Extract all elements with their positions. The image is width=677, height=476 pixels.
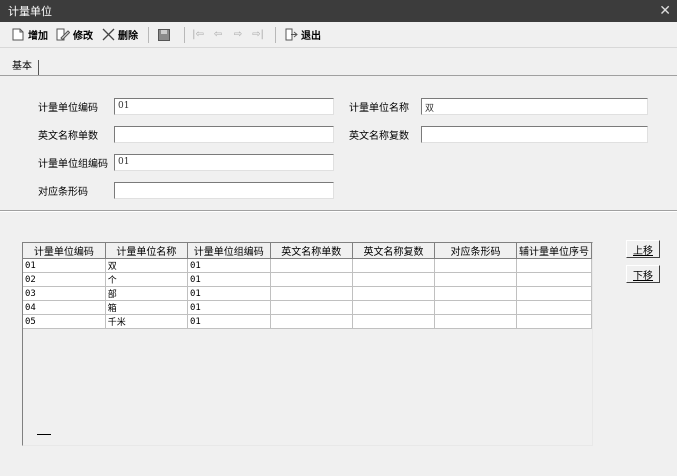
column-header[interactable]: 英文名称复数 — [352, 243, 436, 259]
edit-label: 修改 — [73, 31, 93, 42]
en-singular-input[interactable] — [114, 126, 334, 143]
prev-record-icon[interactable]: ⇦ — [210, 25, 226, 45]
column-header[interactable]: 辅计量单位序号 — [516, 243, 592, 259]
exit-icon — [284, 28, 298, 42]
table-cell[interactable] — [270, 314, 353, 329]
table-cell[interactable]: 01 — [187, 272, 271, 287]
delete-x-icon — [101, 28, 115, 42]
unit-code-input[interactable]: 01 — [114, 98, 334, 115]
move-up-button[interactable]: 上移 — [626, 240, 660, 258]
grid-new-row-marker — [37, 434, 51, 435]
table-row[interactable]: 01 双 01 — [23, 258, 592, 273]
table-cell[interactable] — [434, 272, 517, 287]
table-row[interactable]: 02 个 01 — [23, 272, 592, 287]
unit-table: 计量单位编码 计量单位名称 计量单位组编码 英文名称单数 英文名称复数 对应条形… — [23, 243, 592, 329]
toolbar-separator — [148, 26, 149, 43]
table-cell[interactable]: 05 — [23, 314, 106, 329]
window-title: 计量单位 — [8, 5, 52, 18]
exit-label: 退出 — [301, 31, 321, 42]
unit-name-label: 计量单位名称 — [349, 103, 409, 114]
first-record-icon[interactable]: |⇦ — [190, 25, 206, 45]
unit-name-input[interactable]: 双 — [421, 98, 648, 115]
table-cell[interactable] — [434, 300, 517, 315]
table-cell[interactable] — [516, 314, 592, 329]
column-header[interactable]: 计量单位编码 — [23, 243, 106, 259]
toolbar-separator — [275, 26, 276, 43]
exit-button[interactable]: 退出 — [281, 25, 324, 45]
title-bar: 计量单位 ✕ — [0, 0, 677, 22]
en-plural-label: 英文名称复数 — [349, 131, 409, 142]
table-cell[interactable] — [270, 258, 353, 273]
column-header[interactable]: 英文名称单数 — [270, 243, 353, 259]
table-cell[interactable] — [352, 300, 436, 315]
unit-code-label: 计量单位编码 — [38, 103, 98, 114]
edit-button[interactable]: 修改 — [53, 25, 96, 45]
toolbar-separator — [184, 26, 185, 43]
table-row[interactable]: 03 部 01 — [23, 286, 592, 301]
table-cell[interactable]: 部 — [105, 286, 188, 301]
save-button[interactable] — [154, 25, 177, 45]
toolbar: 增加 修改 删除 |⇦ ⇦ ⇨ ⇨| 退出 — [0, 22, 677, 48]
table-row[interactable]: 04 箱 01 — [23, 300, 592, 315]
table-cell[interactable]: 01 — [187, 314, 271, 329]
table-cell[interactable]: 千米 — [105, 314, 188, 329]
delete-button[interactable]: 删除 — [98, 25, 141, 45]
en-singular-label: 英文名称单数 — [38, 131, 98, 142]
table-cell[interactable]: 02 — [23, 272, 106, 287]
table-cell[interactable] — [516, 272, 592, 287]
table-cell[interactable]: 03 — [23, 286, 106, 301]
table-cell[interactable]: 双 — [105, 258, 188, 273]
table-cell[interactable] — [352, 258, 436, 273]
delete-label: 删除 — [118, 31, 138, 42]
unit-grid[interactable]: 计量单位编码 计量单位名称 计量单位组编码 英文名称单数 英文名称复数 对应条形… — [22, 242, 593, 446]
table-cell[interactable] — [270, 300, 353, 315]
barcode-input[interactable] — [114, 182, 334, 199]
last-record-icon[interactable]: ⇨| — [250, 25, 266, 45]
table-cell[interactable]: 04 — [23, 300, 106, 315]
table-cell[interactable]: 箱 — [105, 300, 188, 315]
tab-basic[interactable]: 基本 — [10, 60, 39, 76]
move-down-button[interactable]: 下移 — [626, 265, 660, 283]
table-cell[interactable] — [434, 314, 517, 329]
add-button[interactable]: 增加 — [8, 25, 51, 45]
table-cell[interactable] — [352, 314, 436, 329]
table-cell[interactable] — [352, 272, 436, 287]
table-row[interactable]: 05 千米 01 — [23, 314, 592, 329]
table-cell[interactable]: 01 — [187, 286, 271, 301]
table-cell[interactable]: 个 — [105, 272, 188, 287]
next-record-icon[interactable]: ⇨ — [230, 25, 246, 45]
table-cell[interactable]: 01 — [187, 258, 271, 273]
save-disk-icon — [157, 28, 171, 42]
edit-icon — [56, 28, 70, 42]
add-label: 增加 — [28, 31, 48, 42]
table-cell[interactable] — [516, 286, 592, 301]
table-cell[interactable] — [270, 286, 353, 301]
table-cell[interactable]: 01 — [187, 300, 271, 315]
add-doc-icon — [11, 28, 25, 42]
table-cell[interactable] — [434, 286, 517, 301]
tab-bar: 基本 — [0, 56, 677, 76]
table-cell[interactable] — [352, 286, 436, 301]
group-code-label: 计量单位组编码 — [38, 159, 108, 170]
section-divider — [0, 210, 677, 212]
table-cell[interactable]: 01 — [23, 258, 106, 273]
table-cell[interactable] — [270, 272, 353, 287]
column-header[interactable]: 计量单位名称 — [105, 243, 188, 259]
column-header[interactable]: 对应条形码 — [434, 243, 517, 259]
basic-form: 计量单位编码 01 计量单位名称 双 英文名称单数 英文名称复数 计量单位组编码… — [0, 76, 677, 210]
table-cell[interactable] — [434, 258, 517, 273]
close-icon[interactable]: ✕ — [659, 4, 671, 18]
column-header[interactable]: 计量单位组编码 — [187, 243, 271, 259]
barcode-label: 对应条形码 — [38, 187, 88, 198]
table-cell[interactable] — [516, 258, 592, 273]
en-plural-input[interactable] — [421, 126, 648, 143]
table-cell[interactable] — [516, 300, 592, 315]
table-header-row: 计量单位编码 计量单位名称 计量单位组编码 英文名称单数 英文名称复数 对应条形… — [23, 243, 592, 259]
group-code-input[interactable]: 01 — [114, 154, 334, 171]
